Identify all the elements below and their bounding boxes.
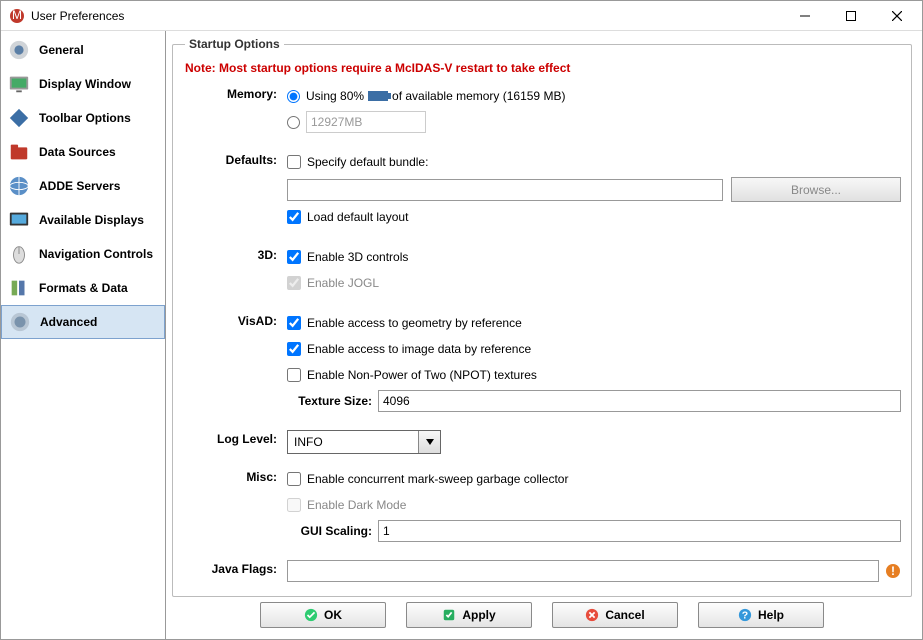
sidebar-item-formats-data[interactable]: Formats & Data <box>1 271 165 305</box>
browse-button[interactable]: Browse... <box>731 177 901 202</box>
close-button[interactable] <box>874 2 920 30</box>
log-level-label: Log Level: <box>185 430 277 446</box>
bundle-path-input[interactable] <box>287 179 723 201</box>
group-title: Startup Options <box>185 37 284 51</box>
help-button[interactable]: ? Help <box>698 602 824 628</box>
startup-options-group: Startup Options Note: Most startup optio… <box>172 37 912 597</box>
globe-icon <box>7 174 31 198</box>
memory-fixed-radio[interactable] <box>287 116 300 129</box>
sidebar-item-general[interactable]: General <box>1 33 165 67</box>
mouse-icon <box>7 242 31 266</box>
window-title: User Preferences <box>31 9 782 23</box>
java-flags-input[interactable] <box>287 560 879 582</box>
chevron-down-icon[interactable] <box>418 431 440 453</box>
warning-icon: ! <box>885 563 901 579</box>
gc-checkbox[interactable] <box>287 472 301 486</box>
enable-3d-checkbox[interactable] <box>287 250 301 264</box>
dark-mode-checkbox <box>287 498 301 512</box>
sidebar-item-data-sources[interactable]: Data Sources <box>1 135 165 169</box>
visad-image-checkbox[interactable] <box>287 342 301 356</box>
memory-chip-icon <box>368 91 388 101</box>
apply-button[interactable]: Apply <box>406 602 532 628</box>
specify-bundle-checkbox[interactable] <box>287 155 301 169</box>
three-d-label: 3D: <box>185 246 277 262</box>
gui-scaling-input[interactable] <box>378 520 901 542</box>
gear-icon <box>7 38 31 62</box>
misc-label: Misc: <box>185 468 277 484</box>
sidebar-item-adde-servers[interactable]: ADDE Servers <box>1 169 165 203</box>
texture-size-label: Texture Size: <box>287 394 372 408</box>
ok-button[interactable]: OK <box>260 602 386 628</box>
svg-text:!: ! <box>891 564 895 578</box>
sidebar-item-display-window[interactable]: Display Window <box>1 67 165 101</box>
cancel-button[interactable]: Cancel <box>552 602 678 628</box>
load-layout-checkbox[interactable] <box>287 210 301 224</box>
globe-advanced-icon <box>8 310 32 334</box>
app-icon: M <box>9 8 25 24</box>
sidebar-item-toolbar-options[interactable]: Toolbar Options <box>1 101 165 135</box>
diamond-icon <box>7 106 31 130</box>
folder-icon <box>7 140 31 164</box>
visad-npot-checkbox[interactable] <box>287 368 301 382</box>
button-bar: OK Apply Cancel ? Help <box>172 597 912 633</box>
java-flags-label: Java Flags: <box>185 560 277 576</box>
minimize-button[interactable] <box>782 2 828 30</box>
monitor-icon <box>7 72 31 96</box>
sidebar-item-navigation-controls[interactable]: Navigation Controls <box>1 237 165 271</box>
memory-label: Memory: <box>185 85 277 101</box>
defaults-label: Defaults: <box>185 151 277 167</box>
titlebar: M User Preferences <box>1 1 922 31</box>
enable-jogl-checkbox <box>287 276 301 290</box>
texture-size-input[interactable] <box>378 390 901 412</box>
log-level-select[interactable] <box>287 430 441 454</box>
restart-note: Note: Most startup options require a McI… <box>185 61 901 75</box>
gui-scaling-label: GUI Scaling: <box>287 524 372 538</box>
sidebar: General Display Window Toolbar Options D… <box>1 31 166 639</box>
visad-geometry-checkbox[interactable] <box>287 316 301 330</box>
maximize-button[interactable] <box>828 2 874 30</box>
memory-fixed-input[interactable] <box>306 111 426 133</box>
svg-text:?: ? <box>742 610 748 622</box>
monitor-icon <box>7 208 31 232</box>
svg-text:M: M <box>12 8 22 22</box>
sidebar-item-advanced[interactable]: Advanced <box>1 305 165 339</box>
visad-label: VisAD: <box>185 312 277 328</box>
memory-percent-radio[interactable] <box>287 90 300 103</box>
drives-icon <box>7 276 31 300</box>
sidebar-item-available-displays[interactable]: Available Displays <box>1 203 165 237</box>
